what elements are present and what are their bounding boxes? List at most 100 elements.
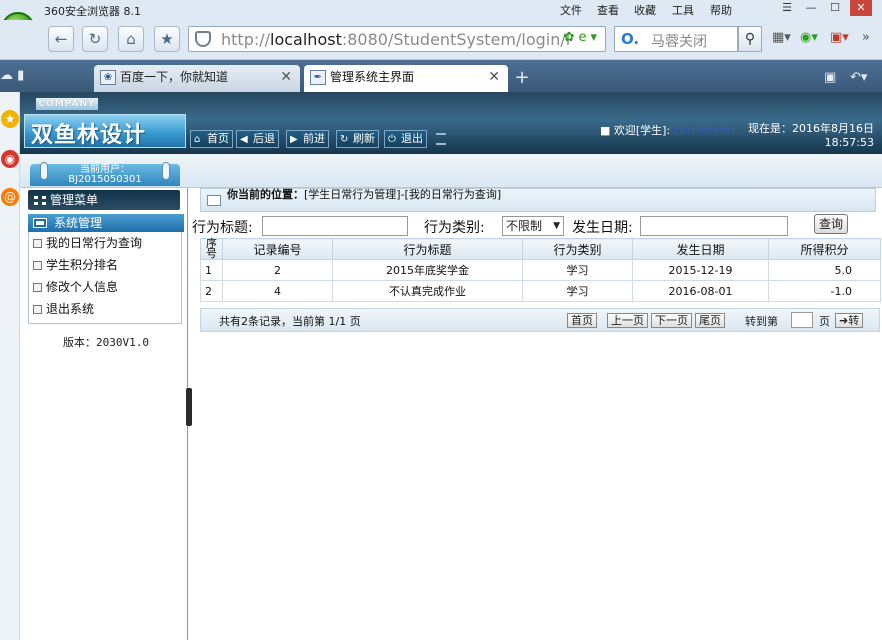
new-tab-icon[interactable]: + [512, 69, 532, 89]
maximize-icon[interactable]: ☐ [824, 0, 846, 16]
web-app: COMPANY 双鱼林设计 ⌂ 首页 ◀ 后退 ▶ 前进 ↻ 刷新 ⏻ 退出 ■ 欢迎[学… [20, 92, 882, 640]
screen: 360安全浏览器 8.1 文件 查看 收藏 工具 帮助 ☰ — ☐ ✕ e ← … [0, 0, 882, 640]
browser-toolbar: ← ↻ ⌂ ★ http://localhost:8080/StudentSys… [0, 20, 882, 60]
welcome-text: ■ 欢迎[学生]:BJ2015050301 [600, 124, 737, 137]
page-icon: ✒ [310, 70, 326, 85]
table-row[interactable]: 2 4 不认真完成作业 学习 2016-08-01 -1.0 [200, 280, 881, 302]
tab-list-icon[interactable]: ▣ [824, 70, 836, 85]
search-placeholder: 马蓉关闭 [651, 34, 707, 50]
browser-tabbar: ☁ ▮ ❀ 百度一下，你就知道 ✕ ✒ 管理系统主界面 ✕ + ▣ ↶▾ [0, 60, 882, 92]
cell-record-id: 2 [222, 259, 333, 281]
date-filter-input[interactable] [640, 216, 788, 236]
compat-mode-icon[interactable]: ✿e▾ [564, 30, 601, 45]
chevron-down-icon: ▼ [553, 221, 560, 231]
left-menu-panel: 管理菜单 系统管理 我的日常行为查询 学生积分排名 修改个人信息 退出系统 版本… [24, 188, 188, 640]
refresh-icon[interactable]: ↻ [82, 26, 108, 52]
url-text[interactable]: http://localhost:8080/StudentSystem/logi… [221, 30, 570, 49]
tab-main[interactable]: ✒ 管理系统主界面 ✕ [304, 65, 508, 92]
type-filter-label: 行为类别: [424, 220, 485, 236]
cell-date: 2015-12-19 [632, 259, 769, 281]
adblock-icon[interactable]: ▣▾ [830, 30, 849, 45]
forward-button[interactable]: ▶ 前进 [286, 130, 329, 148]
weibo-icon[interactable]: ◉ [1, 150, 19, 168]
breadcrumb-text: 你当前的位置：[学生日常行为管理]-[我的日常行为查询] [227, 188, 502, 201]
menu-item-behavior-query[interactable]: 我的日常行为查询 [33, 234, 142, 252]
menu-help[interactable]: 帮助 [710, 2, 732, 18]
pagination-bar: 共有2条记录，当前第 1/1 页 首页 上一页 下一页 尾页 转到第 页 ➜转 [200, 308, 880, 332]
menu-item-exit[interactable]: 退出系统 [33, 300, 94, 318]
back-icon: ◀ [240, 134, 248, 145]
back-button[interactable]: ◀ 后退 [236, 130, 279, 148]
menu-tools[interactable]: 工具 [672, 2, 694, 18]
location-icon [207, 195, 221, 206]
cell-date: 2016-08-01 [632, 280, 769, 302]
filter-bar: 行为标题: 行为类别: 不限制 ▼ 发生日期: 查询 [192, 214, 882, 236]
more-icon[interactable]: » [862, 30, 870, 45]
menu-title[interactable]: 管理菜单 [28, 190, 180, 210]
col-header-score: 所得积分 [768, 238, 881, 260]
back-arrow-icon[interactable]: ← [48, 26, 74, 52]
skin-icon[interactable]: ☰ [776, 0, 798, 16]
cloud-icon[interactable]: ☁ ▮ [0, 68, 24, 83]
menu-file[interactable]: 文件 [560, 2, 582, 18]
refresh-button[interactable]: ↻ 刷新 [336, 130, 379, 148]
next-page-button[interactable]: 下一页 [651, 313, 692, 328]
undo-tab-icon[interactable]: ↶▾ [850, 70, 867, 85]
home-button[interactable]: ⌂ 首页 [190, 130, 233, 148]
logout-button[interactable]: ⏻ 退出 [384, 130, 427, 148]
col-header-date: 发生日期 [632, 238, 769, 260]
page-number-input[interactable] [791, 312, 813, 328]
menu-item-edit-profile[interactable]: 修改个人信息 [33, 278, 118, 296]
welcome-user-id: BJ2015050301 [670, 127, 737, 137]
col-header-type: 行为类别 [522, 238, 633, 260]
search-input[interactable]: O. 马蓉关闭 [614, 26, 738, 52]
close-window-icon[interactable]: ✕ [850, 0, 872, 16]
system-section-header[interactable]: 系统管理 [28, 214, 184, 232]
current-user-card: 当前用户： BJ2015050301 [30, 164, 180, 186]
last-page-button[interactable]: 尾页 [695, 313, 725, 328]
title-filter-input[interactable] [262, 216, 408, 236]
table-header-row: 序号 记录编号 行为标题 行为类别 发生日期 所得积分 [200, 238, 881, 260]
current-user-id: BJ2015050301 [68, 174, 142, 185]
title-filter-label: 行为标题: [192, 220, 253, 236]
col-header-index: 序号 [200, 238, 223, 260]
menu-view[interactable]: 查看 [597, 2, 619, 18]
prev-page-button[interactable]: 上一页 [607, 313, 648, 328]
file-icon [33, 283, 42, 292]
page-unit-label: 页 [819, 315, 830, 328]
table-row[interactable]: 1 2 2015年底奖学金 学习 2015-12-19 5.0 [200, 259, 881, 281]
query-button[interactable]: 查询 [814, 214, 848, 234]
menu-item-score-ranking[interactable]: 学生积分排名 [33, 256, 118, 274]
mail-icon[interactable]: @ [1, 188, 19, 206]
section-icon [33, 218, 47, 228]
app-logo: 双鱼林设计 [24, 114, 186, 148]
main-content: 你当前的位置：[学生日常行为管理]-[我的日常行为查询] 行为标题: 行为类别:… [192, 188, 882, 640]
favorite-star-icon[interactable]: ★ [1, 110, 19, 128]
cell-title: 不认真完成作业 [332, 280, 523, 302]
search-engine-icon[interactable]: O. [621, 30, 639, 48]
app-subheader: 当前用户： BJ2015050301 [20, 154, 882, 188]
close-tab-icon[interactable]: ✕ [280, 65, 292, 90]
col-header-record-id: 记录编号 [222, 238, 333, 260]
close-tab-icon[interactable]: ✕ [488, 65, 500, 90]
grid-icon [34, 196, 46, 205]
minimize-icon[interactable]: — [800, 0, 822, 16]
browser-titlebar: 360安全浏览器 8.1 文件 查看 收藏 工具 帮助 ☰ — ☐ ✕ [0, 0, 882, 20]
forward-icon: ▶ [290, 134, 298, 145]
type-filter-select[interactable]: 不限制 ▼ [502, 216, 564, 236]
star-icon[interactable]: ★ [154, 26, 180, 52]
tab-label: 管理系统主界面 [330, 70, 415, 84]
home-icon: ⌂ [194, 134, 201, 145]
pin-icon [40, 162, 48, 180]
security-icon[interactable]: ◉▾ [800, 30, 818, 45]
apps-icon[interactable]: ▦▾ [772, 30, 791, 45]
time-text: 18:57:53 [824, 136, 874, 149]
go-button[interactable]: ➜转 [835, 313, 864, 328]
shield-icon [195, 31, 211, 47]
home-icon[interactable]: ⌂ [118, 26, 144, 52]
search-icon[interactable]: ⚲ [738, 26, 762, 52]
tab-baidu[interactable]: ❀ 百度一下，你就知道 ✕ [94, 65, 300, 92]
menu-favorites[interactable]: 收藏 [634, 2, 656, 18]
first-page-button[interactable]: 首页 [567, 313, 597, 328]
address-bar[interactable]: http://localhost:8080/StudentSystem/logi… [188, 26, 606, 52]
